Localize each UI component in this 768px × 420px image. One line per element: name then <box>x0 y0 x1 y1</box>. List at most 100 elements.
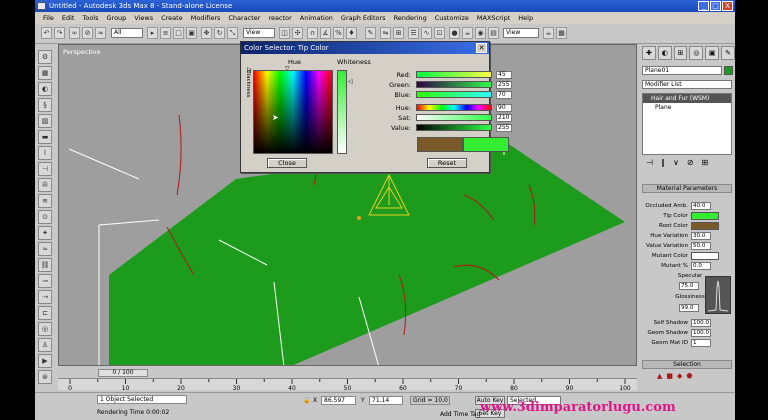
menu-help[interactable]: Help <box>518 14 533 22</box>
occluded-amb-spinner[interactable]: 40.0 <box>691 202 711 210</box>
selection-filter-dropdown[interactable]: All <box>111 28 143 38</box>
render-last-icon[interactable]: ▦ <box>556 27 567 39</box>
rectangle-select-icon[interactable]: □ <box>173 27 184 39</box>
move-icon[interactable]: ✥ <box>201 27 212 39</box>
glossiness-spinner[interactable]: 99.0 <box>679 304 699 312</box>
dialog-close-icon[interactable]: ✕ <box>476 43 487 53</box>
configure-sets-icon[interactable]: ⊞ <box>702 158 709 170</box>
plane-icon[interactable]: ▬ <box>38 130 52 144</box>
original-color-swatch[interactable] <box>417 137 463 152</box>
show-end-result-icon[interactable]: ∥ <box>661 158 665 170</box>
ragdoll-icon[interactable]: ♙ <box>38 338 52 352</box>
rope-icon[interactable]: § <box>38 98 52 112</box>
geom-mat-id-spinner[interactable]: 1 <box>691 339 711 347</box>
material-editor-icon[interactable]: ● <box>449 27 460 39</box>
remove-modifier-icon[interactable]: ⊘ <box>687 158 694 170</box>
reset-button[interactable]: Reset <box>427 158 467 168</box>
menu-modifiers[interactable]: Modifiers <box>191 14 221 22</box>
menu-group[interactable]: Group <box>107 14 127 22</box>
select-object-icon[interactable]: ▸ <box>147 27 158 39</box>
tip-color-swatch[interactable] <box>691 212 719 220</box>
close-button[interactable]: Close <box>267 158 307 168</box>
pin-stack-icon[interactable]: ⊣ <box>646 158 653 170</box>
specular-spinner[interactable]: 75.0 <box>679 282 699 290</box>
menu-maxscript[interactable]: MAXScript <box>477 14 510 22</box>
dashpot-icon[interactable]: ⊣ <box>38 162 52 176</box>
rigid-body-icon[interactable]: ⚙ <box>38 50 52 64</box>
green-plane[interactable] <box>109 141 625 366</box>
track-bar[interactable]: 0 10 20 30 40 50 60 70 80 90 100 <box>58 378 637 392</box>
select-by-name-icon[interactable]: ≡ <box>160 27 171 39</box>
hinge-icon[interactable]: ⊸ <box>38 274 52 288</box>
blackness-pointer-icon[interactable]: ▷ <box>247 66 252 73</box>
face-select-icon[interactable]: ■ <box>666 372 673 380</box>
cloth-icon[interactable]: ▦ <box>38 66 52 80</box>
time-slider-thumb[interactable]: 0 / 100 <box>98 369 148 377</box>
hue-variation-spinner[interactable]: 30.0 <box>691 232 711 240</box>
material-parameters-rollout[interactable]: Material Parameters <box>642 184 732 193</box>
constraint-icon[interactable]: ⛓ <box>38 258 52 272</box>
angle-snap-icon[interactable]: ∡ <box>320 27 331 39</box>
active-shade-icon[interactable]: ☕ <box>543 27 554 39</box>
green-slider[interactable] <box>416 81 492 88</box>
close-button[interactable]: X <box>722 1 733 11</box>
rotate-icon[interactable]: ↻ <box>214 27 225 39</box>
polygon-select-icon[interactable]: ◆ <box>677 372 682 380</box>
menu-file[interactable]: File <box>43 14 54 22</box>
point-to-point-icon[interactable]: ⇢ <box>38 290 52 304</box>
render-type-icon[interactable]: ▤ <box>488 27 499 39</box>
mutant-color-swatch[interactable] <box>691 252 719 260</box>
water-icon[interactable]: ≈ <box>38 242 52 256</box>
motion-tab-icon[interactable]: ◎ <box>689 46 704 60</box>
new-color-swatch[interactable] <box>463 137 509 152</box>
value-spinner[interactable]: 255 <box>496 124 512 132</box>
element-select-icon[interactable]: ⬟ <box>686 372 692 380</box>
sat-slider[interactable] <box>416 114 492 121</box>
car-wheel-icon[interactable]: ◎ <box>38 322 52 336</box>
wind-icon[interactable]: ≋ <box>38 194 52 208</box>
create-animation-icon[interactable]: ⊛ <box>38 370 52 384</box>
percent-snap-icon[interactable]: % <box>333 27 344 39</box>
quick-render-icon[interactable]: ◉ <box>475 27 486 39</box>
scale-icon[interactable]: ⤡ <box>227 27 238 39</box>
link-icon[interactable]: ∞ <box>69 27 80 39</box>
render-view-dropdown[interactable]: View <box>503 28 539 38</box>
value-slider[interactable] <box>416 124 492 131</box>
selection-rollout[interactable]: Selection <box>642 360 732 369</box>
add-time-tag-text[interactable]: Add Time Tag <box>440 411 480 418</box>
align-icon[interactable]: ⊞ <box>393 27 404 39</box>
root-color-swatch[interactable] <box>691 222 719 230</box>
minimize-button[interactable]: _ <box>698 1 709 11</box>
pivot-center-icon[interactable]: ◫ <box>279 27 290 39</box>
create-tab-icon[interactable]: ✚ <box>642 46 656 60</box>
prismatic-icon[interactable]: ⊏ <box>38 306 52 320</box>
menu-character[interactable]: Character <box>228 14 260 22</box>
stack-item-hair-and-fur[interactable]: Hair and Fur (WSM) <box>643 94 731 103</box>
x-coordinate-field[interactable]: 86.597 <box>321 396 356 405</box>
hierarchy-tab-icon[interactable]: ⊞ <box>673 46 688 60</box>
red-slider[interactable] <box>416 71 492 78</box>
hue-spinner[interactable]: 90 <box>496 104 512 112</box>
named-selection-icon[interactable]: ✎ <box>365 27 376 39</box>
menu-create[interactable]: Create <box>161 14 183 22</box>
modify-tab-icon[interactable]: ◐ <box>657 46 672 60</box>
spinner-snap-icon[interactable]: ♦ <box>346 27 357 39</box>
menu-reactor[interactable]: reactor <box>268 14 291 22</box>
spring-icon[interactable]: ⌇ <box>38 146 52 160</box>
unlink-icon[interactable]: ⊘ <box>82 27 93 39</box>
fracture-icon[interactable]: ✦ <box>38 226 52 240</box>
menu-views[interactable]: Views <box>134 14 153 22</box>
utilities-tab-icon[interactable]: ✎ <box>721 46 735 60</box>
render-scene-icon[interactable]: ☕ <box>462 27 473 39</box>
menu-edit[interactable]: Edit <box>62 14 75 22</box>
blue-spinner[interactable]: 70 <box>496 91 512 99</box>
self-shadow-spinner[interactable]: 100.0 <box>691 319 711 327</box>
mutant-percent-spinner[interactable]: 0.0 <box>691 262 711 270</box>
bind-space-warp-icon[interactable]: ≈ <box>95 27 106 39</box>
object-color-swatch[interactable] <box>724 66 733 75</box>
menu-customize[interactable]: Customize <box>435 14 469 22</box>
green-spinner[interactable]: 255 <box>496 81 512 89</box>
curve-editor-icon[interactable]: ∿ <box>421 27 432 39</box>
mirror-icon[interactable]: ⇋ <box>380 27 391 39</box>
red-spinner[interactable]: 45 <box>496 71 512 79</box>
